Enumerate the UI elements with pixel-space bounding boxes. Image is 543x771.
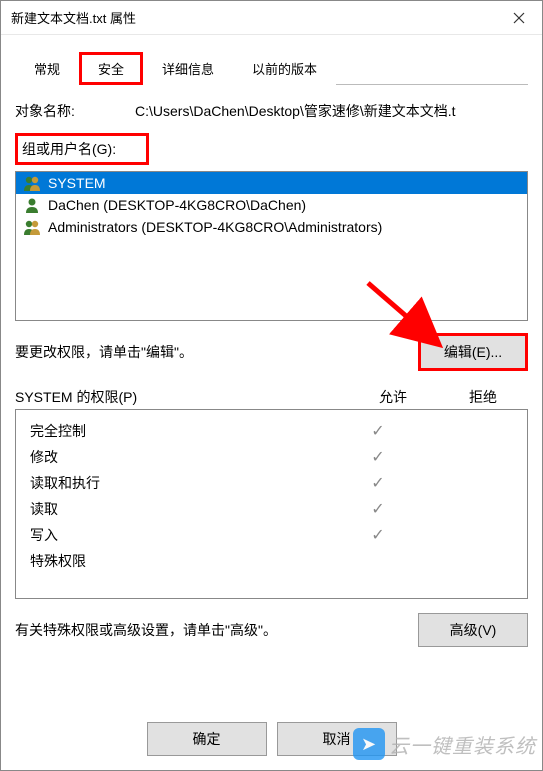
window-title: 新建文本文档.txt 属性: [11, 8, 136, 27]
object-path-value: C:\Users\DaChen\Desktop\管家速修\新建文本文档.t: [135, 101, 528, 121]
tab-previous-versions[interactable]: 以前的版本: [233, 52, 336, 85]
ok-button[interactable]: 确定: [147, 722, 267, 756]
permission-row: 特殊权限: [16, 548, 527, 574]
tab-security[interactable]: 安全: [79, 52, 143, 85]
permissions-header-allow: 允许: [348, 387, 438, 407]
permission-row: 写入✓: [16, 522, 527, 548]
user-icon: [22, 197, 42, 213]
user-list-item[interactable]: SYSTEM: [16, 172, 527, 194]
permission-allow-check: ✓: [333, 499, 423, 519]
advanced-text: 有关特殊权限或高级设置，请单击"高级"。: [15, 620, 418, 640]
permission-allow-check: ✓: [333, 447, 423, 467]
users-listbox[interactable]: SYSTEM DaChen (DESKTOP-4KG8CRO\DaChen) Adm…: [15, 171, 528, 321]
user-icon: [22, 175, 42, 191]
highlight-arrow-icon: [358, 273, 448, 363]
permission-name: 读取和执行: [30, 473, 333, 493]
user-name: DaChen (DESKTOP-4KG8CRO\DaChen): [48, 197, 306, 213]
permission-allow-check: ✓: [333, 421, 423, 441]
tab-general[interactable]: 常规: [15, 52, 79, 85]
group-users-label: 组或用户名(G):: [15, 133, 149, 165]
permission-row: 读取和执行✓: [16, 470, 527, 496]
permissions-box: 完全控制✓修改✓读取和执行✓读取✓写入✓特殊权限: [15, 409, 528, 599]
user-icon: [22, 219, 42, 235]
user-list-item[interactable]: Administrators (DESKTOP-4KG8CRO\Administ…: [16, 216, 527, 238]
permission-allow-check: ✓: [333, 525, 423, 545]
permission-row: 读取✓: [16, 496, 527, 522]
permissions-header-deny: 拒绝: [438, 387, 528, 407]
permission-name: 特殊权限: [30, 551, 333, 571]
permission-name: 修改: [30, 447, 333, 467]
advanced-button[interactable]: 高级(V): [418, 613, 528, 647]
tab-details[interactable]: 详细信息: [143, 52, 233, 85]
cancel-button[interactable]: 取消: [277, 722, 397, 756]
user-list-item[interactable]: DaChen (DESKTOP-4KG8CRO\DaChen): [16, 194, 527, 216]
user-name: SYSTEM: [48, 175, 106, 191]
permission-row: 修改✓: [16, 444, 527, 470]
permission-name: 读取: [30, 499, 333, 519]
permission-row: 完全控制✓: [16, 418, 527, 444]
permissions-header-title: SYSTEM 的权限(P): [15, 387, 348, 407]
close-button[interactable]: [498, 2, 540, 34]
close-icon: [513, 12, 525, 24]
user-name: Administrators (DESKTOP-4KG8CRO\Administ…: [48, 219, 382, 235]
permission-allow-check: ✓: [333, 473, 423, 493]
tab-bar: 常规 安全 详细信息 以前的版本: [15, 51, 528, 85]
permission-name: 写入: [30, 525, 333, 545]
object-name-label: 对象名称:: [15, 101, 135, 121]
permission-name: 完全控制: [30, 421, 333, 441]
